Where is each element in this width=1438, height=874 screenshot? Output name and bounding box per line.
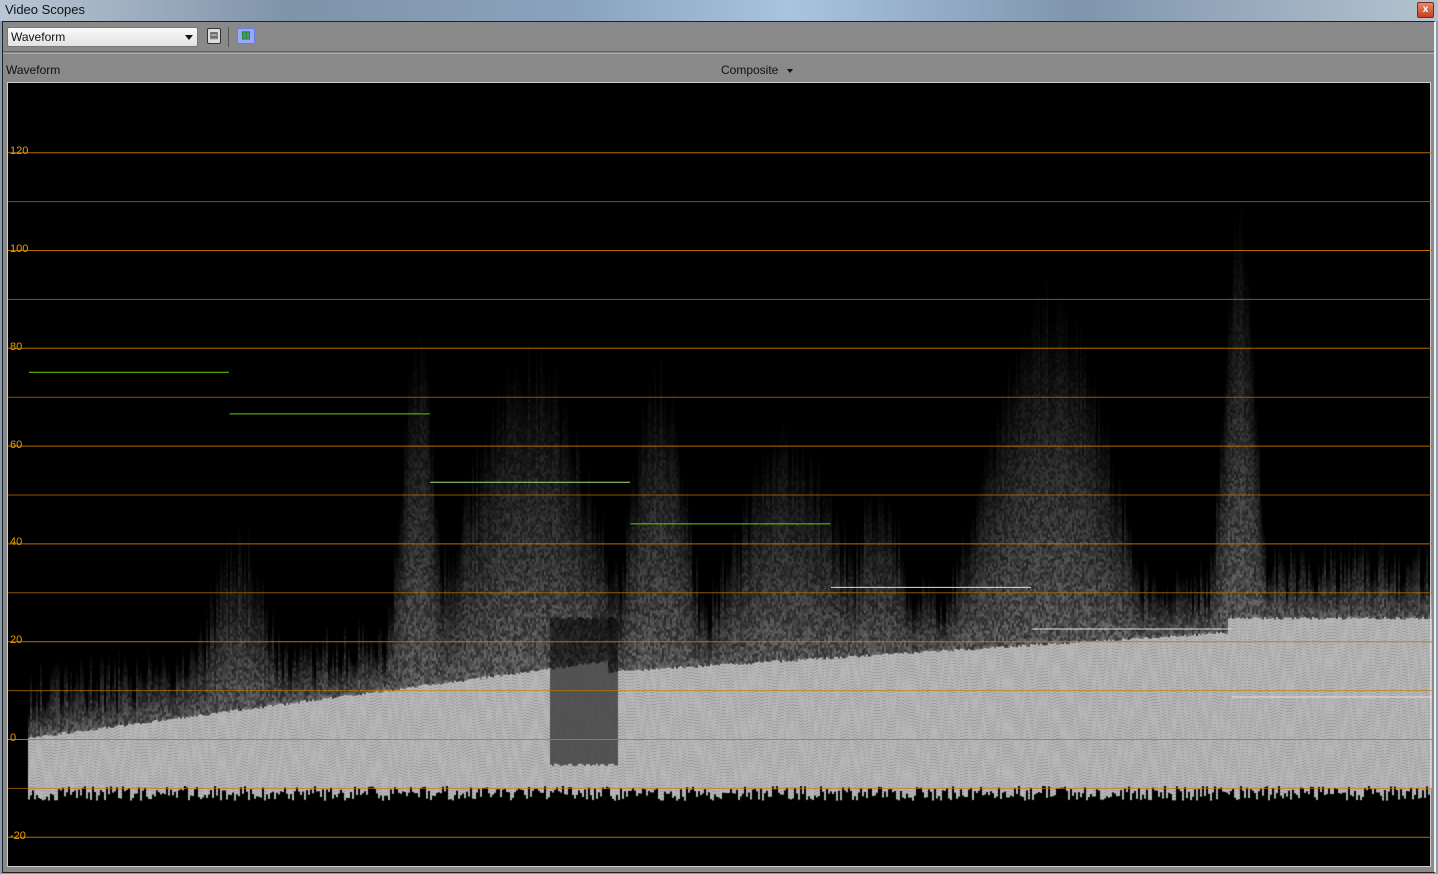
title-bar: Video Scopes x bbox=[0, 0, 1438, 21]
settings-pointer-button[interactable]: ▤ bbox=[207, 28, 221, 44]
chevron-down-icon bbox=[185, 35, 193, 40]
y-tick-label: -20 bbox=[10, 829, 26, 842]
scope-header: Waveform Composite bbox=[3, 53, 1434, 81]
close-button[interactable]: x bbox=[1417, 2, 1434, 18]
y-tick-label: 120 bbox=[10, 145, 29, 158]
list-pointer-icon: ▤ bbox=[209, 30, 219, 40]
chevron-down-icon bbox=[787, 68, 794, 73]
window-title: Video Scopes bbox=[5, 2, 85, 17]
y-tick-label: 40 bbox=[10, 536, 23, 549]
waveform-graticule bbox=[8, 152, 1432, 838]
y-tick-label: 20 bbox=[10, 634, 23, 647]
toolbar-divider bbox=[228, 27, 229, 47]
histogram-icon: ▥ bbox=[241, 30, 251, 41]
waveform-scope: 120 100 80 60 40 20 0 -20 bbox=[7, 82, 1432, 868]
scope-label: Waveform bbox=[6, 63, 61, 77]
update-scopes-button[interactable]: ▥ bbox=[237, 28, 255, 44]
y-tick-label: 100 bbox=[10, 243, 29, 255]
video-scopes-panel: Waveform ▤ ▥ Waveform Composite 120 100 80… bbox=[2, 21, 1436, 873]
scope-type-value: Waveform bbox=[11, 30, 66, 44]
y-tick-label: 0 bbox=[10, 732, 17, 744]
toolbar: Waveform ▤ ▥ bbox=[3, 22, 1434, 52]
y-tick-label: 60 bbox=[10, 438, 23, 451]
mode-dropdown[interactable]: Composite bbox=[721, 63, 794, 77]
mode-value: Composite bbox=[721, 63, 779, 77]
y-tick-label: 80 bbox=[10, 340, 23, 353]
scope-type-select[interactable]: Waveform bbox=[7, 27, 198, 47]
